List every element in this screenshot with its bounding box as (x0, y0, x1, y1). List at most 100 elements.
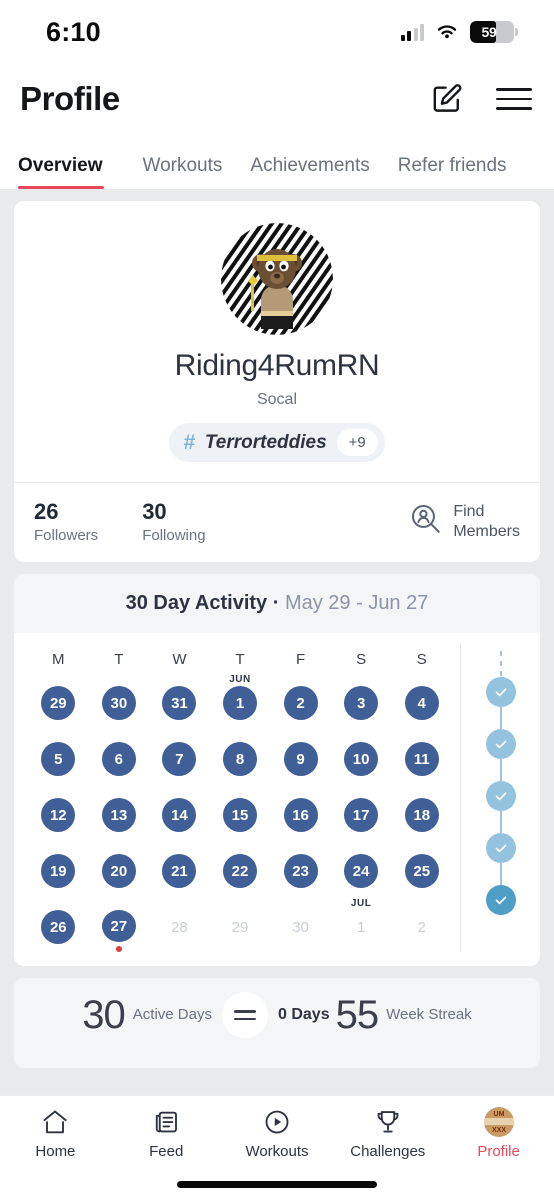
calendar-day-cell[interactable]: .13 (89, 784, 150, 840)
calendar-day-cell[interactable]: .25 (391, 840, 452, 896)
calendar-day-number: 21 (162, 854, 197, 888)
nav-label-workouts: Workouts (245, 1143, 309, 1160)
scroll-content[interactable]: Riding4RumRN Socal # Terrorteddies +9 26… (0, 189, 554, 1200)
check-icon (485, 833, 516, 863)
profile-header: Riding4RumRN Socal # Terrorteddies +9 (14, 201, 540, 482)
calendar-day-cell[interactable]: .11 (391, 728, 452, 784)
team-tag-more-count[interactable]: +9 (336, 429, 378, 456)
activity-card: 30 Day Activity · May 29 - Jun 27 M T W … (14, 574, 540, 966)
calendar-day-cell[interactable]: .17 (331, 784, 392, 840)
nav-item-challenges[interactable]: Challenges (332, 1106, 443, 1160)
calendar-day-cell[interactable]: .20 (89, 840, 150, 896)
calendar-day-number: 27 (101, 910, 136, 943)
summary-stats-strip: 30 Active Days 0 Days 55 Week Streak (14, 978, 540, 1068)
calendar-day-cell[interactable]: .18 (391, 784, 452, 840)
team-tag-pill[interactable]: # Terrorteddies +9 (169, 423, 385, 462)
streak-connector-line (499, 863, 502, 885)
calendar-day-cell[interactable]: .28 (149, 896, 210, 952)
active-days-label: Active Days (132, 1006, 212, 1024)
calendar-day-cell[interactable]: .7 (149, 728, 210, 784)
calendar-day-headers: M T W T F S S (28, 643, 452, 672)
followers-label: Followers (34, 527, 99, 544)
calendar-day-cell[interactable]: .5 (28, 728, 89, 784)
status-bar: 6:10 59 (0, 0, 554, 64)
nav-label-profile: Profile (477, 1143, 520, 1160)
nav-item-profile[interactable]: UM XXX Profile (443, 1106, 554, 1160)
nav-item-feed[interactable]: Feed (111, 1106, 222, 1160)
calendar-day-number: 14 (162, 798, 197, 832)
cellular-bars-icon (400, 23, 424, 41)
phone-screen: 6:10 59 Profile Overview Workouts Achiev… (0, 0, 554, 1200)
nav-label-challenges: Challenges (350, 1143, 426, 1160)
streak-column (460, 643, 540, 952)
streak-connector-line (499, 811, 502, 833)
calendar-day-number: 8 (222, 742, 257, 776)
profile-card: Riding4RumRN Socal # Terrorteddies +9 26… (14, 201, 540, 562)
calendar-day-number: 23 (283, 854, 318, 888)
calendar-month-label: JUL (350, 898, 372, 909)
calendar-day-number: 29 (41, 686, 76, 720)
app-header: Profile (0, 64, 554, 134)
calendar-day-cell[interactable]: .21 (149, 840, 210, 896)
home-indicator (177, 1181, 377, 1188)
calendar-day-cell[interactable]: .16 (270, 784, 331, 840)
calendar-day-cell[interactable]: .26 (28, 896, 89, 952)
nav-label-feed: Feed (149, 1143, 184, 1160)
calendar-day-cell[interactable]: .3 (331, 672, 392, 728)
hashtag-icon: # (183, 431, 195, 454)
calendar-day-cell[interactable]: .15 (210, 784, 271, 840)
calendar-day-cell[interactable]: .4 (391, 672, 452, 728)
bear-avatar-image[interactable] (221, 223, 333, 335)
calendar-day-cell[interactable]: JUN 1 (210, 672, 271, 728)
day-header-fri: F (295, 651, 306, 668)
calendar-day-cell[interactable]: .29 (210, 896, 271, 952)
streak-connector-line (499, 707, 502, 729)
calendar-day-number: 25 (404, 854, 439, 888)
calendar-day-number: 2 (283, 686, 318, 720)
following-count: 30 (142, 499, 167, 524)
calendar-day-cell[interactable]: .9 (270, 728, 331, 784)
calendar-day-cell[interactable]: .29 (28, 672, 89, 728)
edit-pencil-icon[interactable] (428, 80, 466, 118)
calendar-day-number: 20 (101, 854, 136, 888)
hamburger-menu-icon[interactable] (496, 88, 532, 110)
calendar-week-row: .29.30.31JUN1.2.3.4 (28, 672, 452, 728)
status-bar-time: 6:10 (46, 16, 101, 47)
calendar-day-cell[interactable]: .8 (210, 728, 271, 784)
calendar-day-number: 28 (171, 918, 188, 936)
calendar-day-cell[interactable]: .30 (89, 672, 150, 728)
calendar-day-cell[interactable]: .6 (89, 728, 150, 784)
calendar-day-cell[interactable]: .10 (331, 728, 392, 784)
day-header-thu: T (235, 651, 245, 668)
calendar-day-cell[interactable]: JUL 1 (331, 896, 392, 952)
calendar-day-cell[interactable]: .22 (210, 840, 271, 896)
check-icon (485, 677, 516, 707)
calendar-day-cell[interactable]: .27 (89, 896, 150, 952)
calendar-day-cell[interactable]: .12 (28, 784, 89, 840)
calendar-weeks: .29.30.31JUN1.2.3.4.5.6.7.8.9.10.11.12.1… (28, 672, 452, 952)
followers-stat[interactable]: 26 Followers (34, 499, 98, 544)
tab-overview[interactable]: Overview (18, 155, 117, 189)
days-stat: 0 Days (278, 1006, 330, 1024)
profile-location: Socal (256, 391, 298, 408)
find-members-label: Find Members (453, 502, 520, 540)
calendar-week-row: .12.13.14.15.16.17.18 (28, 784, 452, 840)
play-circle-icon (262, 1106, 292, 1138)
calendar-day-cell[interactable]: .24 (331, 840, 392, 896)
tab-achievements[interactable]: Achievements (236, 155, 383, 189)
following-stat[interactable]: 30 Following (142, 499, 205, 544)
calendar-day-cell[interactable]: .14 (149, 784, 210, 840)
calendar-day-number: 7 (162, 742, 197, 776)
nav-item-workouts[interactable]: Workouts (222, 1106, 333, 1160)
calendar-day-number: 17 (344, 798, 379, 832)
tab-refer-friends[interactable]: Refer friends (384, 155, 521, 189)
nav-item-home[interactable]: Home (0, 1106, 111, 1160)
calendar-day-cell[interactable]: .23 (270, 840, 331, 896)
calendar-day-cell[interactable]: .2 (270, 672, 331, 728)
tab-workouts[interactable]: Workouts (129, 155, 237, 189)
calendar-day-cell[interactable]: .31 (149, 672, 210, 728)
find-members-button[interactable]: Find Members (409, 502, 520, 542)
calendar-day-cell[interactable]: .30 (270, 896, 331, 952)
calendar-day-cell[interactable]: .19 (28, 840, 89, 896)
calendar-day-cell[interactable]: .2 (391, 896, 452, 952)
